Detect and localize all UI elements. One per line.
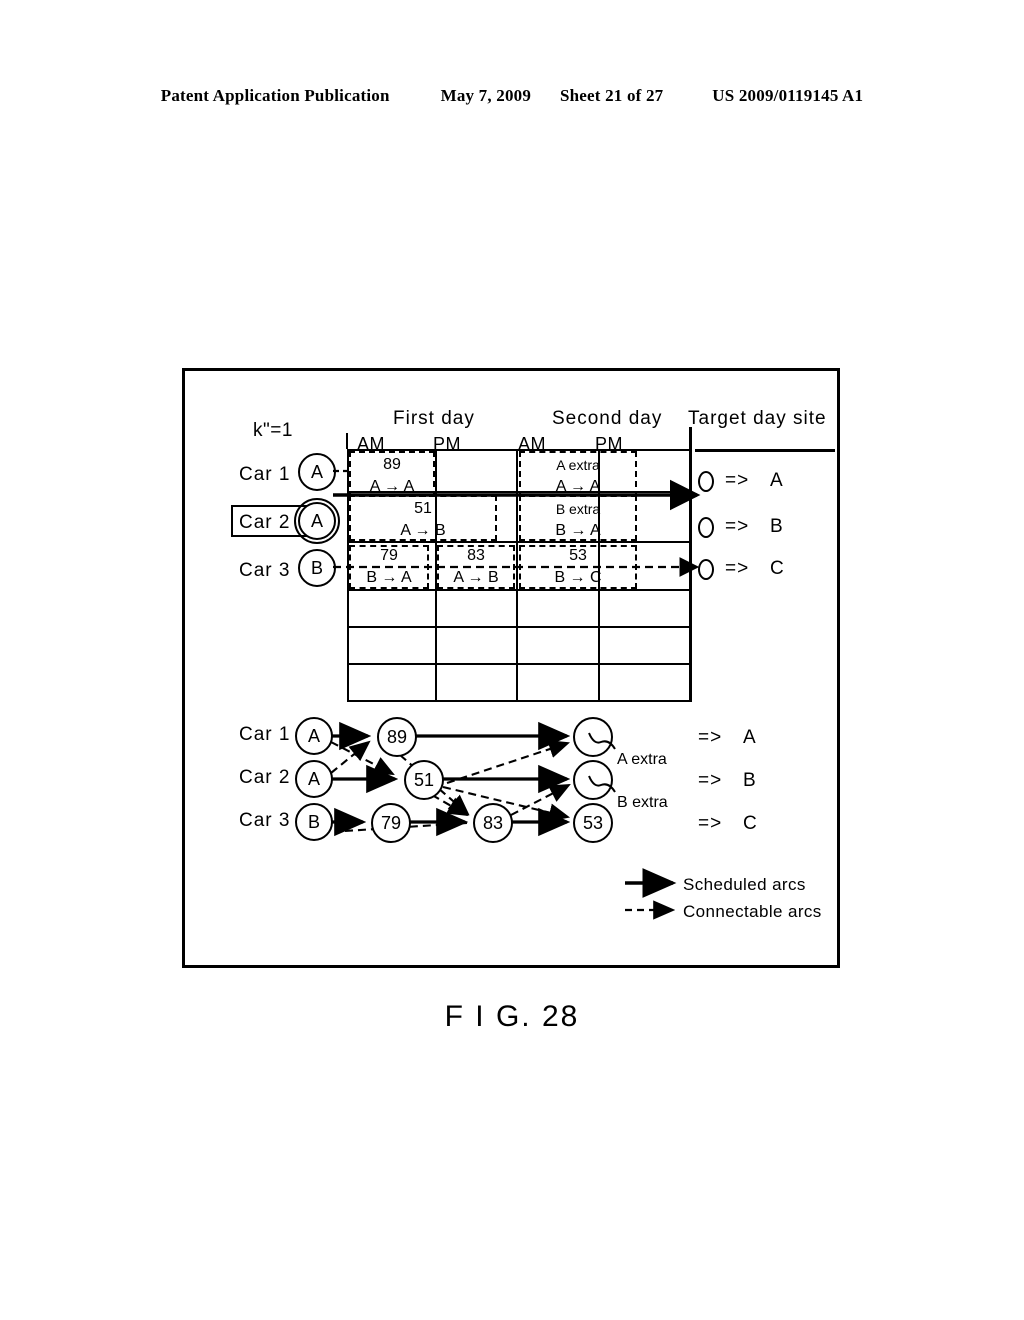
page-header: Patent Application Publication May 7, 20…	[0, 86, 1024, 106]
target-site-marker-a	[698, 471, 714, 492]
table-row-label-car2: Car 2	[239, 512, 291, 533]
table-row-label-car1: Car 1	[239, 464, 291, 485]
network-annotation-b-extra: B extra	[617, 794, 668, 811]
target-site-label-a: A	[770, 470, 784, 491]
day-header-second: Second day	[552, 408, 663, 429]
task-route-car1-second-pm: A → A	[555, 478, 601, 495]
network-node-car1-start: A	[295, 717, 333, 755]
task-route-car2-second-pm: B → A	[555, 522, 601, 539]
task-id-car2-second-pm: B extra	[555, 501, 601, 517]
task-id-car1-first-am: 89	[383, 456, 401, 473]
table-start-node-car1-label: A	[310, 462, 323, 482]
network-node-53: 53	[573, 803, 613, 843]
network-node-label: B	[307, 812, 320, 832]
target-day-site-underline	[695, 449, 835, 452]
table-gridline-h	[347, 589, 692, 591]
schedule-table: 89 A → A 51 A → B 79 B → A 83 A → B A ex…	[333, 427, 701, 702]
table-row-label-car3: Car 3	[239, 560, 291, 581]
task-route-car1-first-am: A → A	[369, 478, 415, 495]
table-start-node-car3-label: B	[310, 558, 323, 578]
network-node-a-extra	[573, 717, 613, 757]
table-left-tick	[346, 433, 348, 449]
header-sheet: Sheet 21 of 27	[559, 86, 664, 105]
target-site-arrow-c: =>	[725, 558, 750, 579]
task-route-car3-first-am: B → A	[366, 569, 412, 586]
target-site-arrow-b: =>	[725, 516, 750, 537]
network-graph: Car 1 Car 2 Car 3 A 89 A 51 B 79 83 53 A…	[185, 711, 843, 843]
legend-label-scheduled: Scheduled arcs	[683, 875, 806, 894]
day-header-target: Target day site	[688, 408, 827, 429]
network-outcome-label-c: C	[743, 813, 758, 834]
network-node-label: 51	[413, 770, 435, 790]
table-gridline-v	[516, 449, 518, 701]
table-gridline-h	[347, 700, 692, 702]
table-right-border	[689, 427, 692, 701]
target-site-label-c: C	[770, 558, 785, 579]
network-node-car2-start: A	[295, 760, 333, 798]
table-start-node-car3: B	[298, 549, 336, 587]
network-outcome-label-a: A	[743, 727, 757, 748]
table-start-node-car1: A	[298, 453, 336, 491]
header-patent-number: US 2009/0119145 A1	[712, 86, 864, 105]
network-annotation-a-extra: A extra	[617, 751, 667, 768]
target-site-label-b: B	[770, 516, 784, 537]
task-route-car3-first-pm: A → B	[453, 569, 499, 586]
network-row-label-car2: Car 2	[239, 767, 291, 788]
network-node-b-extra	[573, 760, 613, 800]
network-node-label: 53	[582, 813, 604, 833]
target-site-arrow-a: =>	[725, 470, 750, 491]
network-outcome-arrow-b: =>	[698, 770, 723, 791]
iteration-label: k"=1	[253, 420, 293, 441]
network-node-label: A	[307, 769, 320, 789]
network-outcome-arrow-c: =>	[698, 813, 723, 834]
header-date: May 7, 2009	[440, 86, 532, 105]
task-id-car3-first-pm: 83	[467, 547, 485, 564]
network-node-label: 89	[386, 727, 408, 747]
target-site-marker-c	[698, 559, 714, 580]
network-node-car3-start: B	[295, 803, 333, 841]
table-gridline-h	[347, 663, 692, 665]
network-outcome-arrow-a: =>	[698, 727, 723, 748]
network-node-83: 83	[473, 803, 513, 843]
network-node-79: 79	[371, 803, 411, 843]
network-row-label-car1: Car 1	[239, 724, 291, 745]
header-publication: Patent Application Publication	[160, 86, 390, 105]
table-start-node-car2-label: A	[310, 511, 323, 531]
legend-label-connectable: Connectable arcs	[683, 902, 822, 921]
figure-frame: k"=1 First day Second day Target day sit…	[182, 368, 840, 968]
task-id-car3-first-am: 79	[380, 547, 398, 564]
task-id-car1-second-pm: A extra	[556, 457, 600, 473]
network-row-label-car3: Car 3	[239, 810, 291, 831]
figure-caption: F I G. 28	[444, 1000, 580, 1033]
network-node-89: 89	[377, 717, 417, 757]
network-node-label: A	[307, 726, 320, 746]
table-gridline-h	[347, 626, 692, 628]
table-gridline-h	[347, 541, 692, 543]
network-node-label: 79	[380, 813, 402, 833]
target-site-marker-b	[698, 517, 714, 538]
legend: Scheduled arcs Connectable arcs	[625, 868, 835, 931]
task-route-car2-first-am: A → B	[400, 522, 446, 539]
task-route-car3-second-pm: B → C	[554, 569, 602, 586]
task-id-car2-first-am: 51	[414, 500, 432, 517]
table-start-node-car2: A	[294, 498, 340, 544]
network-node-51: 51	[404, 760, 444, 800]
task-id-car3-second-pm: 53	[569, 547, 587, 564]
network-node-label: 83	[482, 813, 504, 833]
network-outcome-label-b: B	[743, 770, 757, 791]
day-header-first: First day	[393, 408, 475, 429]
